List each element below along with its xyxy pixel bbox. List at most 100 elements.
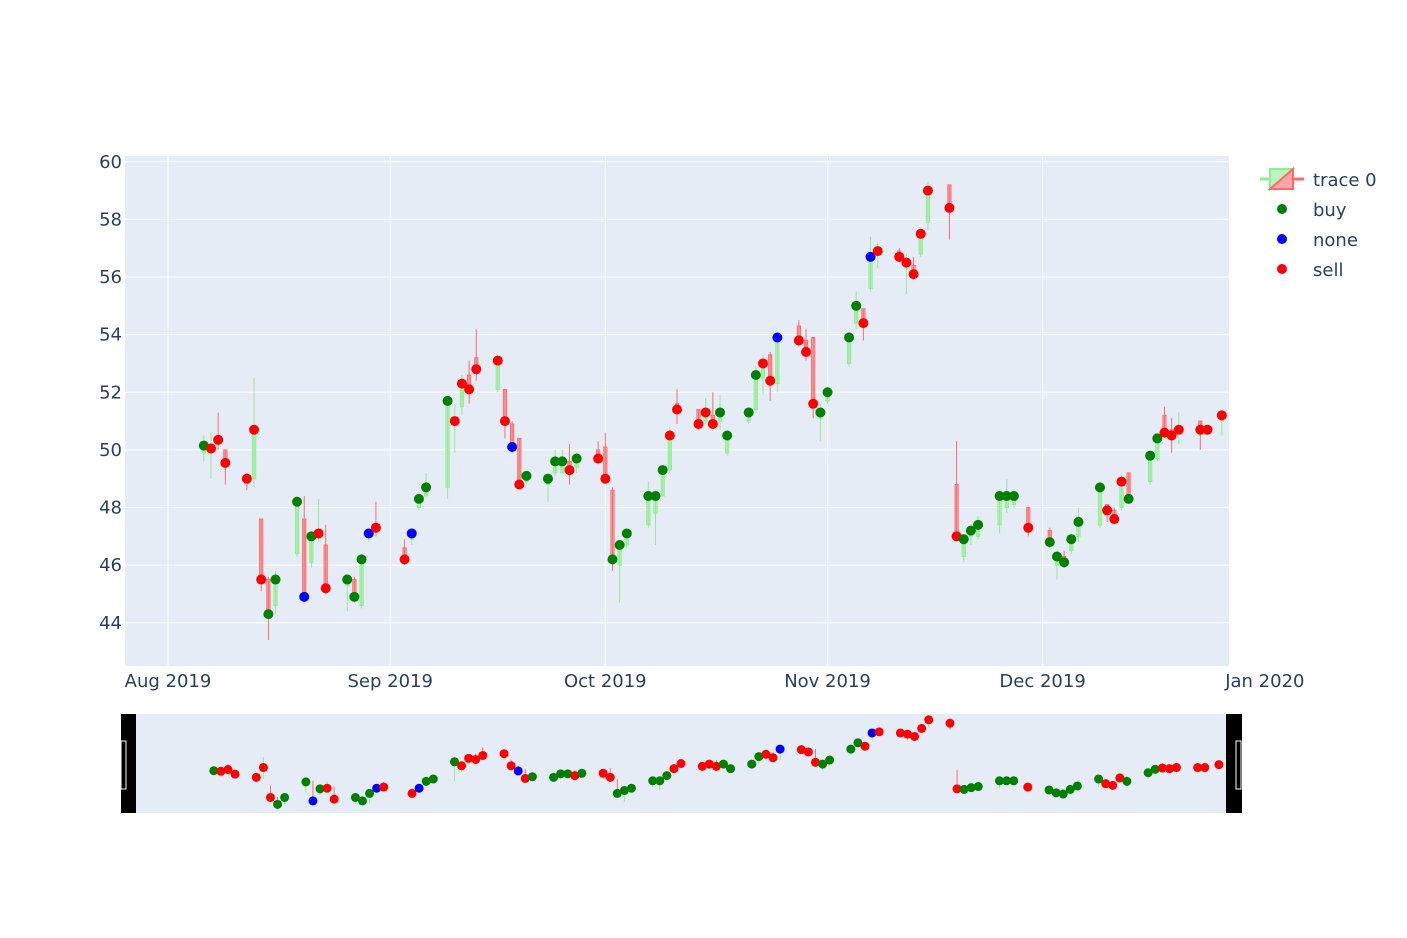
signal-marker-buy[interactable]: [715, 407, 726, 418]
signal-marker-sell[interactable]: [593, 453, 604, 464]
signal-marker-sell[interactable]: [1173, 424, 1184, 435]
signal-marker-sell[interactable]: [808, 398, 819, 409]
signal-marker-sell[interactable]: [514, 479, 525, 490]
signal-marker-buy[interactable]: [521, 470, 532, 481]
range-slider-right-handle[interactable]: [1235, 740, 1242, 790]
signal-marker-sell[interactable]: [672, 404, 682, 415]
legend-item-sell[interactable]: sell: [1277, 260, 1343, 281]
signal-marker-sell[interactable]: [1216, 410, 1227, 421]
candle[interactable]: [517, 437, 522, 485]
signal-marker-sell[interactable]: [1116, 476, 1127, 487]
signal-marker-sell[interactable]: [256, 574, 267, 585]
signal-marker-sell[interactable]: [320, 583, 331, 594]
signal-marker-buy[interactable]: [650, 491, 661, 501]
signal-marker-none[interactable]: [507, 442, 518, 453]
signal-marker-sell[interactable]: [464, 384, 475, 395]
signal-marker-sell[interactable]: [399, 554, 410, 565]
signal-marker-sell[interactable]: [922, 185, 933, 196]
signal-marker-sell[interactable]: [1109, 514, 1120, 525]
rs-marker-buy: [747, 759, 757, 769]
signal-marker-buy[interactable]: [349, 591, 360, 602]
signal-marker-none[interactable]: [299, 591, 310, 602]
signal-marker-sell[interactable]: [213, 434, 224, 445]
signal-marker-buy[interactable]: [356, 554, 367, 565]
signal-marker-buy[interactable]: [421, 482, 432, 493]
rs-marker-buy: [280, 792, 290, 802]
legend-item-none[interactable]: none: [1277, 230, 1358, 251]
signal-marker-buy[interactable]: [557, 456, 568, 467]
signal-marker-buy[interactable]: [815, 407, 826, 418]
signal-marker-buy[interactable]: [1123, 493, 1134, 504]
signal-marker-sell[interactable]: [664, 430, 675, 441]
signal-marker-sell[interactable]: [241, 473, 252, 484]
signal-marker-sell[interactable]: [370, 522, 381, 533]
signal-marker-buy[interactable]: [1094, 482, 1105, 493]
signal-marker-sell[interactable]: [915, 228, 926, 239]
signal-marker-buy[interactable]: [958, 534, 969, 545]
signal-marker-sell[interactable]: [901, 257, 912, 268]
signal-marker-buy[interactable]: [442, 395, 453, 406]
range-slider-left-handle[interactable]: [120, 740, 127, 790]
signal-marker-sell[interactable]: [765, 375, 776, 386]
signal-marker-sell[interactable]: [206, 443, 217, 454]
signal-marker-buy[interactable]: [342, 574, 353, 585]
y-tick-label: 48: [99, 498, 122, 519]
signal-marker-buy[interactable]: [851, 300, 862, 311]
signal-marker-sell[interactable]: [499, 416, 510, 427]
legend-item-trace-0[interactable]: trace 0: [1260, 166, 1377, 192]
signal-marker-buy[interactable]: [263, 609, 274, 620]
y-tick-label: 60: [99, 152, 122, 173]
signal-marker-buy[interactable]: [722, 430, 733, 441]
signal-marker-sell[interactable]: [449, 416, 460, 427]
rs-marker-sell: [768, 753, 778, 763]
signal-marker-sell[interactable]: [564, 465, 575, 476]
signal-marker-buy[interactable]: [973, 519, 984, 530]
signal-marker-sell[interactable]: [872, 246, 883, 257]
signal-marker-buy[interactable]: [1044, 537, 1055, 548]
signal-marker-buy[interactable]: [542, 473, 553, 484]
signal-marker-sell[interactable]: [693, 418, 704, 429]
signal-marker-none[interactable]: [406, 528, 417, 539]
signal-marker-buy[interactable]: [413, 493, 424, 504]
signal-marker-sell[interactable]: [249, 424, 260, 435]
signal-marker-sell[interactable]: [707, 418, 718, 429]
signal-marker-sell[interactable]: [492, 355, 503, 366]
signal-marker-buy[interactable]: [1008, 491, 1019, 501]
signal-marker-sell[interactable]: [758, 358, 769, 369]
signal-marker-buy[interactable]: [822, 387, 833, 398]
signal-marker-buy[interactable]: [1059, 557, 1070, 568]
signal-marker-buy[interactable]: [1073, 516, 1084, 527]
signal-marker-buy[interactable]: [607, 554, 618, 565]
signal-marker-sell[interactable]: [600, 473, 611, 484]
candle[interactable]: [775, 334, 780, 393]
signal-marker-sell[interactable]: [793, 335, 804, 346]
signal-marker-sell[interactable]: [700, 407, 711, 418]
signal-marker-buy[interactable]: [621, 528, 632, 539]
range-slider[interactable]: [120, 714, 1242, 813]
signal-marker-sell[interactable]: [220, 457, 231, 468]
signal-marker-sell[interactable]: [944, 202, 955, 213]
signal-marker-buy[interactable]: [743, 407, 754, 418]
signal-marker-buy[interactable]: [571, 453, 582, 464]
signal-marker-buy[interactable]: [292, 496, 303, 507]
signal-marker-sell[interactable]: [1102, 505, 1113, 516]
signal-marker-buy[interactable]: [657, 465, 668, 476]
signal-marker-buy[interactable]: [1066, 534, 1077, 545]
signal-marker-buy[interactable]: [844, 332, 855, 343]
signal-marker-sell[interactable]: [471, 364, 482, 375]
candle[interactable]: [445, 398, 450, 499]
rs-marker-sell: [874, 727, 884, 737]
signal-marker-buy[interactable]: [750, 369, 761, 380]
signal-marker-buy[interactable]: [270, 574, 281, 585]
y-tick-label: 52: [99, 382, 122, 403]
signal-marker-sell[interactable]: [908, 269, 919, 280]
signal-marker-sell[interactable]: [1202, 424, 1213, 435]
signal-marker-buy[interactable]: [614, 539, 625, 550]
signal-marker-none[interactable]: [772, 332, 783, 343]
signal-marker-sell[interactable]: [858, 318, 869, 329]
signal-marker-sell[interactable]: [1023, 522, 1034, 533]
signal-marker-sell[interactable]: [313, 528, 324, 539]
legend-item-buy[interactable]: buy: [1277, 200, 1347, 221]
signal-marker-sell[interactable]: [801, 346, 812, 357]
signal-marker-buy[interactable]: [1145, 450, 1156, 461]
